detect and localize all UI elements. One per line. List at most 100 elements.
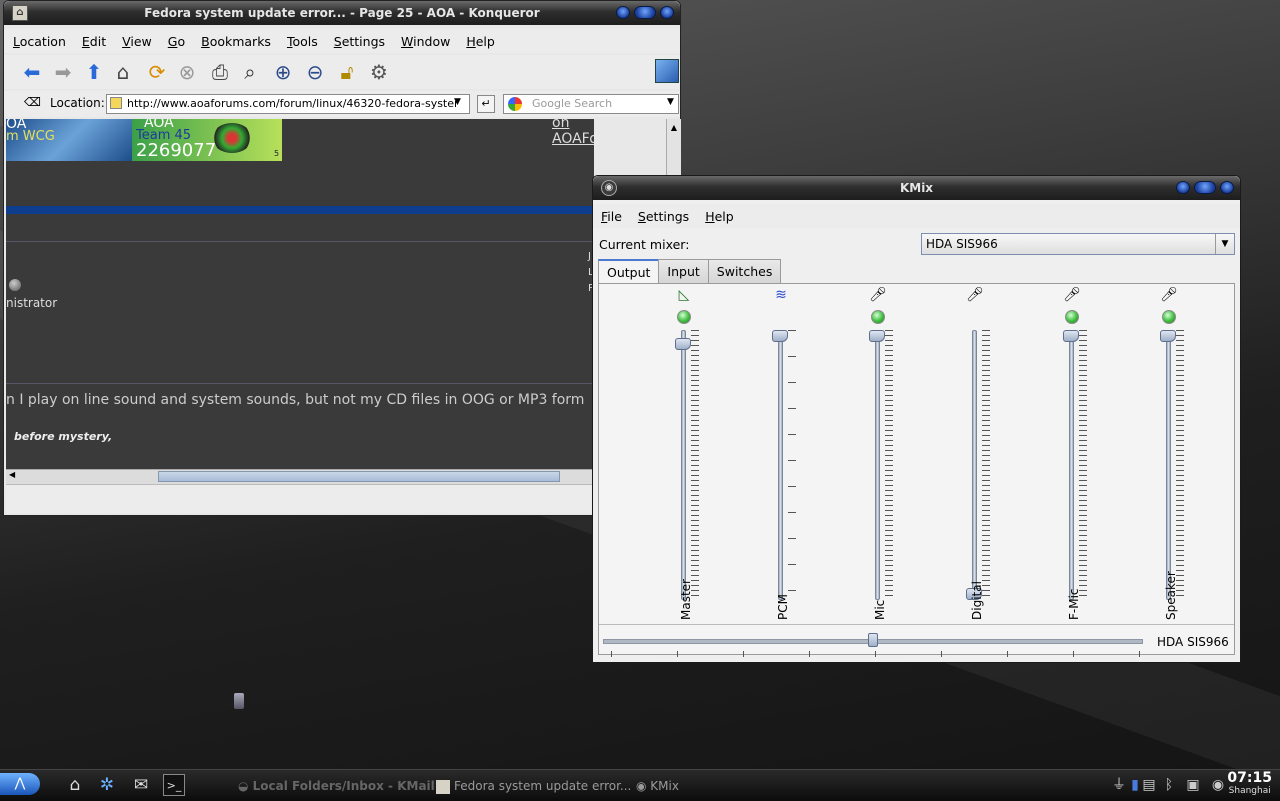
find-icon[interactable]: ⌕ (237, 59, 263, 85)
network-icon[interactable]: ▣ (1184, 775, 1202, 795)
balance-slider[interactable] (603, 631, 1143, 657)
volume-slider-handle[interactable] (1160, 330, 1176, 342)
clock[interactable]: 07:15 Shanghai (1227, 770, 1272, 796)
mute-led[interactable] (1065, 310, 1079, 324)
forum-link[interactable]: on AOAForums (552, 119, 594, 147)
maximize-button[interactable] (1194, 181, 1216, 194)
volume-slider-handle[interactable] (1063, 330, 1079, 342)
url-history-dropdown-icon[interactable]: ▼ (454, 97, 461, 107)
volume-slider-track[interactable] (875, 330, 880, 600)
maximize-button[interactable] (634, 6, 656, 19)
bluetooth-icon[interactable]: ᛒ (1160, 775, 1178, 795)
tab-input[interactable]: Input (658, 259, 709, 284)
wcg-banner[interactable]: OA m WCG (6, 119, 132, 161)
user-role: nistrator (6, 296, 58, 310)
up-icon[interactable]: ⬆ (81, 59, 107, 85)
google-icon[interactable] (508, 97, 522, 111)
back-icon[interactable]: ⬅ (19, 59, 45, 85)
stop-icon[interactable]: ⊗ (174, 59, 200, 85)
volume-slider-track[interactable] (778, 330, 783, 600)
task-label: Local Folders/Inbox - KMail (252, 779, 435, 793)
kmix-titlebar[interactable]: ◉ KMix (593, 176, 1240, 200)
clock-time: 07:15 (1227, 770, 1272, 786)
divider (6, 241, 594, 242)
zoom-out-icon[interactable]: ⊖ (302, 59, 328, 85)
tick (1007, 651, 1008, 657)
tab-switches[interactable]: Switches (707, 259, 782, 284)
tab-output[interactable]: Output (598, 259, 660, 286)
kmix-app-icon[interactable]: ◉ (601, 180, 617, 196)
volume-slider-track[interactable] (972, 330, 977, 600)
chevron-down-icon[interactable]: ▼ (1215, 234, 1234, 254)
volume-slider-handle[interactable] (772, 330, 788, 342)
kmail-icon[interactable]: ✉ (130, 774, 152, 796)
horizontal-scrollbar[interactable]: ◀ (6, 469, 594, 484)
scroll-left-icon[interactable]: ◀ (9, 470, 15, 479)
task-label: Fedora system update error... (454, 779, 632, 793)
reload-icon[interactable]: ⟳ (144, 59, 170, 85)
go-button[interactable]: ↵ (477, 95, 495, 113)
kmix-tray-icon[interactable]: ◉ (1209, 775, 1227, 795)
menu-edit[interactable]: Edit (74, 34, 114, 49)
mute-led[interactable] (677, 310, 691, 324)
team-banner[interactable]: AOA Team 45 2269077 5 (132, 119, 282, 161)
web-page-content[interactable]: OA m WCG AOA Team 45 2269077 5 on AOAFor… (6, 119, 594, 469)
minimize-button[interactable] (1176, 181, 1190, 194)
menu-location[interactable]: Location (5, 34, 74, 49)
channel-speaker: 🎤︎ Speaker (1146, 284, 1196, 624)
terminal-icon[interactable]: >_ (163, 774, 185, 796)
task-kmix[interactable]: ◉ KMix (636, 775, 679, 797)
mute-led[interactable] (871, 310, 885, 324)
url-input[interactable]: http://www.aoaforums.com/forum/linux/463… (106, 94, 470, 114)
menu-help[interactable]: Help (697, 209, 742, 224)
volume-slider-track[interactable] (1166, 330, 1171, 600)
volume-slider-handle[interactable] (869, 330, 885, 342)
volume-slider-track[interactable] (681, 330, 686, 600)
menu-bookmarks[interactable]: Bookmarks (193, 34, 279, 49)
search-engine-dropdown-icon[interactable]: ▼ (667, 97, 674, 107)
forward-icon[interactable]: ➡ (50, 59, 76, 85)
mute-led[interactable] (1162, 310, 1176, 324)
menu-window[interactable]: Window (393, 34, 458, 49)
scrollbar-thumb[interactable] (158, 471, 560, 482)
close-button[interactable] (660, 6, 674, 19)
minimize-button[interactable] (616, 6, 630, 19)
divider (599, 624, 1234, 625)
menu-tools[interactable]: Tools (279, 34, 326, 49)
tools-icon[interactable]: ⚙ (366, 59, 392, 85)
search-input[interactable]: Google Search (503, 94, 679, 114)
home-icon[interactable]: ⌂ (110, 59, 136, 85)
zoom-in-icon[interactable]: ⊕ (270, 59, 296, 85)
channel-label: Digital (970, 581, 984, 620)
volume-slider-track[interactable] (1069, 330, 1074, 600)
desktop-device-icon[interactable] (234, 693, 244, 709)
system-settings-icon[interactable]: ✲ (96, 774, 118, 796)
volume-slider-handle[interactable] (675, 337, 691, 350)
kde-menu-button[interactable]: ⋀ (0, 773, 40, 795)
window-title: Fedora system update error... - Page 25 … (144, 6, 540, 20)
menu-settings[interactable]: Settings (630, 209, 697, 224)
mixer-select[interactable]: HDA SIS966 ▼ (921, 233, 1235, 255)
task-konqueror[interactable]: Fedora system update error... (436, 775, 631, 797)
menu-settings[interactable]: Settings (326, 34, 393, 49)
task-kmail[interactable]: ◒ Local Folders/Inbox - KMail (238, 775, 435, 797)
banner-points: 2269077 (136, 140, 217, 161)
clear-location-icon[interactable]: ⌫ (24, 95, 41, 109)
menu-help[interactable]: Help (458, 34, 503, 49)
konqueror-titlebar[interactable]: ⌂ Fedora system update error... - Page 2… (4, 1, 680, 25)
home-folder-icon[interactable]: ⌂ (64, 774, 86, 796)
konqueror-app-icon[interactable]: ⌂ (12, 5, 28, 21)
kmail-task-icon: ◒ (238, 779, 253, 793)
favicon-icon (110, 97, 122, 109)
channel-label: Speaker (1164, 571, 1178, 620)
clipboard-icon[interactable]: ▤ (1140, 775, 1158, 795)
lock-icon[interactable]: 🔓︎ (334, 59, 360, 85)
print-icon[interactable]: ⎙ (207, 59, 233, 85)
vertical-scrollbar[interactable]: ▲ (666, 119, 681, 179)
menu-go[interactable]: Go (160, 34, 193, 49)
close-button[interactable] (1220, 181, 1234, 194)
menu-file[interactable]: File (593, 209, 630, 224)
balance-handle[interactable] (868, 633, 878, 647)
menu-view[interactable]: View (114, 34, 160, 49)
mixer-tabs: Output Input Switches (598, 259, 782, 286)
